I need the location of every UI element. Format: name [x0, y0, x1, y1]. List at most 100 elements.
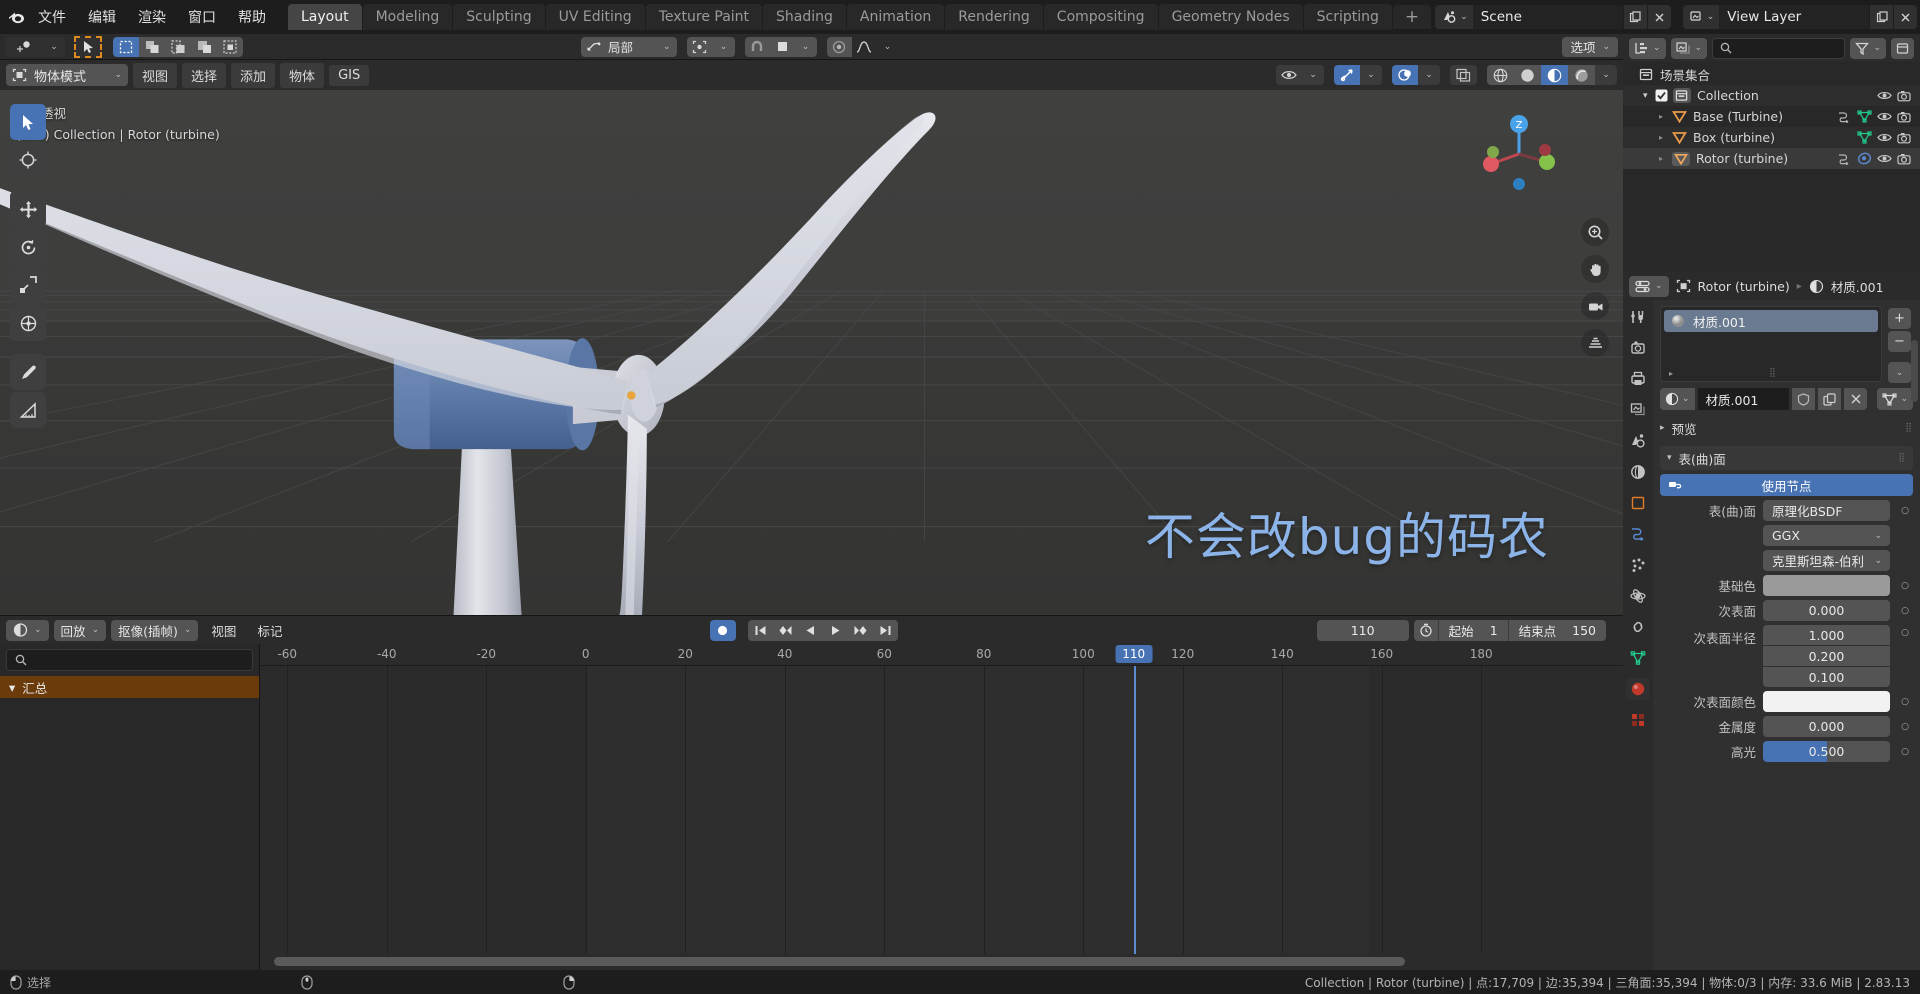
outliner-new-collection-icon[interactable] [1891, 37, 1914, 59]
socket-dot-icon[interactable]: ○ [1897, 581, 1913, 591]
menu-help[interactable]: 帮助 [228, 3, 276, 31]
timeline-ruler[interactable]: -60 -40 -20 0 20 40 60 80 100 110 120 14… [260, 644, 1623, 666]
scale-tool[interactable] [10, 267, 46, 303]
scene-name-field[interactable]: Scene [1472, 5, 1623, 29]
current-frame-field[interactable]: 110 [1316, 619, 1409, 641]
material-icon[interactable] [1854, 152, 1874, 165]
select-subtract-icon[interactable] [165, 36, 191, 57]
camera-icon[interactable] [1894, 153, 1914, 165]
camera-icon[interactable] [1894, 90, 1914, 102]
tab-object-data[interactable] [1626, 647, 1650, 669]
socket-dot-icon[interactable]: ○ [1897, 606, 1913, 616]
checkbox-icon[interactable] [1655, 89, 1668, 102]
tab-tool[interactable] [1626, 306, 1650, 328]
properties-editor-icon[interactable]: ⌄ [1629, 275, 1669, 297]
workspace-tab-geometry-nodes[interactable]: Geometry Nodes [1158, 4, 1303, 30]
cursor-tool[interactable] [10, 142, 46, 178]
use-nodes-button[interactable]: 使用节点 [1660, 474, 1913, 496]
fake-user-icon[interactable] [1792, 388, 1816, 410]
properties-scrollbar[interactable] [1911, 340, 1918, 402]
expand-triangle-icon[interactable]: ▸ [1659, 133, 1672, 142]
viewport-menu-object[interactable]: 物体 [280, 62, 325, 88]
timeline-marker-menu[interactable]: 标记 [249, 618, 290, 643]
workspace-tab-modeling[interactable]: Modeling [362, 4, 453, 30]
timeline-horizontal-scrollbar[interactable] [260, 957, 1623, 968]
rotate-tool[interactable] [10, 229, 46, 265]
eye-icon[interactable] [1874, 153, 1894, 164]
play-reverse-icon[interactable] [797, 619, 823, 641]
scene-icon[interactable]: ⌄ [1435, 5, 1473, 29]
filter-funnel-icon[interactable]: ⌄ [1850, 37, 1886, 59]
outliner-id-type-icon[interactable]: ⌄ [1670, 37, 1708, 59]
mesh-triangle-icon[interactable] [1854, 131, 1874, 144]
timeline-search-box[interactable] [6, 649, 253, 671]
select-new-icon[interactable] [113, 36, 139, 57]
remove-layer-icon[interactable] [1893, 5, 1918, 29]
mesh-triangle-icon[interactable] [1854, 110, 1874, 123]
workspace-tab-layout[interactable]: Layout [288, 4, 362, 30]
overlays-icon[interactable] [1392, 65, 1418, 85]
timeline-summary-row[interactable]: ▾ 汇总 [0, 676, 259, 698]
material-name-field[interactable]: 材质.001 [1697, 388, 1790, 410]
viewport-menu-view[interactable]: 视图 [133, 62, 178, 88]
use-preview-range-icon[interactable] [1414, 623, 1438, 637]
menu-window[interactable]: 窗口 [178, 3, 226, 31]
viewport-menu-gis[interactable]: GIS [329, 64, 370, 86]
navigation-gizmo[interactable]: Z [1477, 110, 1561, 194]
subsurface-method-dropdown[interactable]: 克里斯坦森-伯利 ⌄ [1763, 550, 1890, 571]
tab-material[interactable] [1626, 678, 1650, 700]
metallic-value-field[interactable]: 0.000 [1763, 716, 1890, 737]
subsurface-radius-y[interactable]: 0.200 [1763, 646, 1890, 666]
timeline-playhead[interactable] [1133, 666, 1136, 954]
viewport-menu-add[interactable]: 添加 [231, 62, 276, 88]
chevron-down-icon[interactable]: ⌄ [794, 36, 817, 57]
surface-panel-header[interactable]: ▾ 表(曲)面 ⣿ [1660, 446, 1913, 470]
next-keyframe-icon[interactable] [847, 619, 873, 641]
hand-pan-icon[interactable] [1581, 255, 1609, 283]
specular-slider[interactable]: 0.500 [1763, 741, 1890, 762]
outliner-row-scene-collection[interactable]: 场景集合 [1623, 64, 1920, 85]
gizmo-icon[interactable] [1334, 65, 1360, 85]
frame-start-field[interactable]: 起始 1 [1437, 619, 1508, 641]
subsurface-value-field[interactable]: 0.000 [1763, 600, 1890, 621]
remove-material-slot-button[interactable]: − [1888, 331, 1911, 352]
eye-icon[interactable] [1874, 132, 1894, 143]
tab-particles[interactable] [1626, 554, 1650, 576]
solid-shading-icon[interactable] [1514, 65, 1541, 85]
tab-output[interactable] [1626, 368, 1650, 390]
tab-constraints[interactable] [1626, 616, 1650, 638]
tab-physics[interactable] [1626, 585, 1650, 607]
socket-dot-icon[interactable]: ○ [1897, 722, 1913, 732]
workspace-tab-texture-paint[interactable]: Texture Paint [645, 4, 763, 30]
new-layer-icon[interactable] [1869, 5, 1894, 29]
outliner-display-mode-icon[interactable]: ⌄ [1629, 37, 1666, 59]
tab-object[interactable] [1626, 492, 1650, 514]
object-mode-dropdown[interactable]: 物体模式 ⌄ [6, 64, 128, 86]
subsurface-color-swatch[interactable] [1763, 691, 1890, 712]
chevron-down-icon[interactable]: ⌄ [712, 36, 735, 57]
frame-end-field[interactable]: 结束点 150 [1507, 619, 1606, 641]
outliner-search-input[interactable] [1738, 41, 1838, 55]
active-tool-button[interactable] [74, 35, 102, 58]
timeline-editor-icon[interactable]: ⌄ [6, 619, 49, 641]
tab-world[interactable] [1626, 461, 1650, 483]
view-layer-name-field[interactable]: View Layer [1719, 5, 1870, 29]
transform-tool[interactable] [10, 305, 46, 341]
subsurface-radius-z[interactable]: 0.100 [1763, 667, 1890, 687]
tab-texture[interactable] [1626, 709, 1650, 731]
outliner-row-rotor-turbine[interactable]: ▸ Rotor (turbine) [1623, 148, 1920, 169]
view-layer-icon[interactable]: ⌄ [1682, 5, 1720, 29]
subsurface-radius-x[interactable]: 1.000 [1763, 625, 1890, 645]
socket-dot-icon[interactable]: ○ [1897, 747, 1913, 757]
eye-icon[interactable] [1874, 90, 1894, 101]
tweak-select-tool[interactable] [10, 104, 46, 140]
select-intersect-icon[interactable] [217, 36, 243, 57]
chevron-down-icon[interactable]: ⌄ [1302, 65, 1324, 85]
play-icon[interactable] [822, 619, 848, 641]
auto-keying-icon[interactable] [709, 619, 736, 641]
viewport-menu-select[interactable]: 选择 [182, 62, 227, 88]
workspace-tab-rendering[interactable]: Rendering [945, 4, 1043, 30]
expand-triangle-icon[interactable]: ▸ [1659, 154, 1672, 163]
proportional-edit-icon[interactable] [826, 36, 852, 57]
socket-dot-icon[interactable]: ○ [1897, 628, 1913, 638]
